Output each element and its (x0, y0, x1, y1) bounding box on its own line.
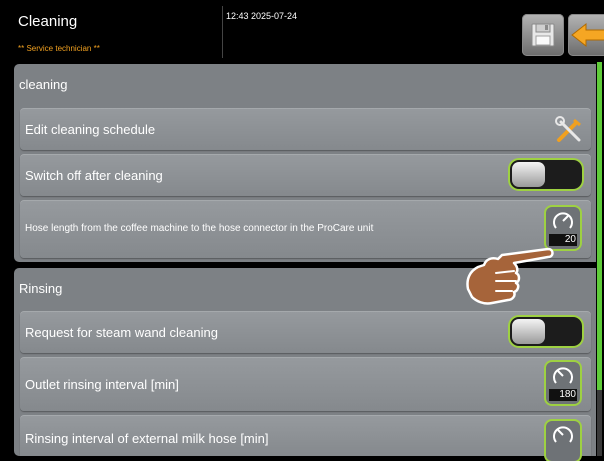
gauge-icon (553, 426, 573, 443)
row-label: Switch off after cleaning (25, 168, 163, 183)
row-label: Rinsing interval of external milk hose [… (25, 431, 269, 446)
row-external-milk-hose-rinsing-interval: Rinsing interval of external milk hose [… (20, 415, 591, 461)
scrollbar-thumb[interactable] (597, 62, 602, 390)
save-button[interactable] (522, 14, 564, 56)
milk-hose-rinsing-interval-dial[interactable] (546, 421, 580, 461)
section-title: Rinsing (19, 281, 63, 296)
gauge-icon (553, 367, 573, 384)
back-arrow-icon (571, 22, 604, 48)
gauge-icon (553, 212, 573, 229)
user-role-label: ** Service technician ** (18, 44, 100, 53)
row-outlet-rinsing-interval: Outlet rinsing interval [min] 180 (20, 357, 591, 411)
steam-wand-cleaning-toggle[interactable] (510, 317, 582, 346)
dial-value: 180 (549, 389, 577, 401)
row-label: Outlet rinsing interval [min] (25, 377, 179, 392)
hose-length-dial[interactable]: 20 (546, 207, 580, 249)
back-button[interactable] (568, 14, 604, 56)
outlet-rinsing-interval-dial[interactable]: 180 (546, 362, 580, 404)
header-bar: Cleaning ** Service technician ** 12:43 … (0, 0, 604, 60)
page-title: Cleaning (18, 13, 78, 30)
row-label: Hose length from the coffee machine to t… (25, 223, 374, 234)
row-label: Request for steam wand cleaning (25, 325, 218, 340)
toggle-knob (512, 319, 545, 344)
row-edit-cleaning-schedule[interactable]: Edit cleaning schedule (20, 108, 591, 150)
datetime-label: 12:43 2025-07-24 (226, 11, 298, 21)
tools-icon (555, 116, 581, 142)
toggle-knob (512, 162, 545, 187)
switch-off-after-cleaning-toggle[interactable] (510, 160, 582, 189)
section-title: cleaning (19, 77, 68, 92)
row-request-steam-wand-cleaning: Request for steam wand cleaning (20, 311, 591, 353)
row-switch-off-after-cleaning: Switch off after cleaning (20, 154, 591, 196)
pointing-hand-icon (466, 247, 554, 305)
row-label: Edit cleaning schedule (25, 122, 156, 137)
floppy-disk-icon (531, 23, 555, 47)
header-divider (222, 6, 223, 58)
